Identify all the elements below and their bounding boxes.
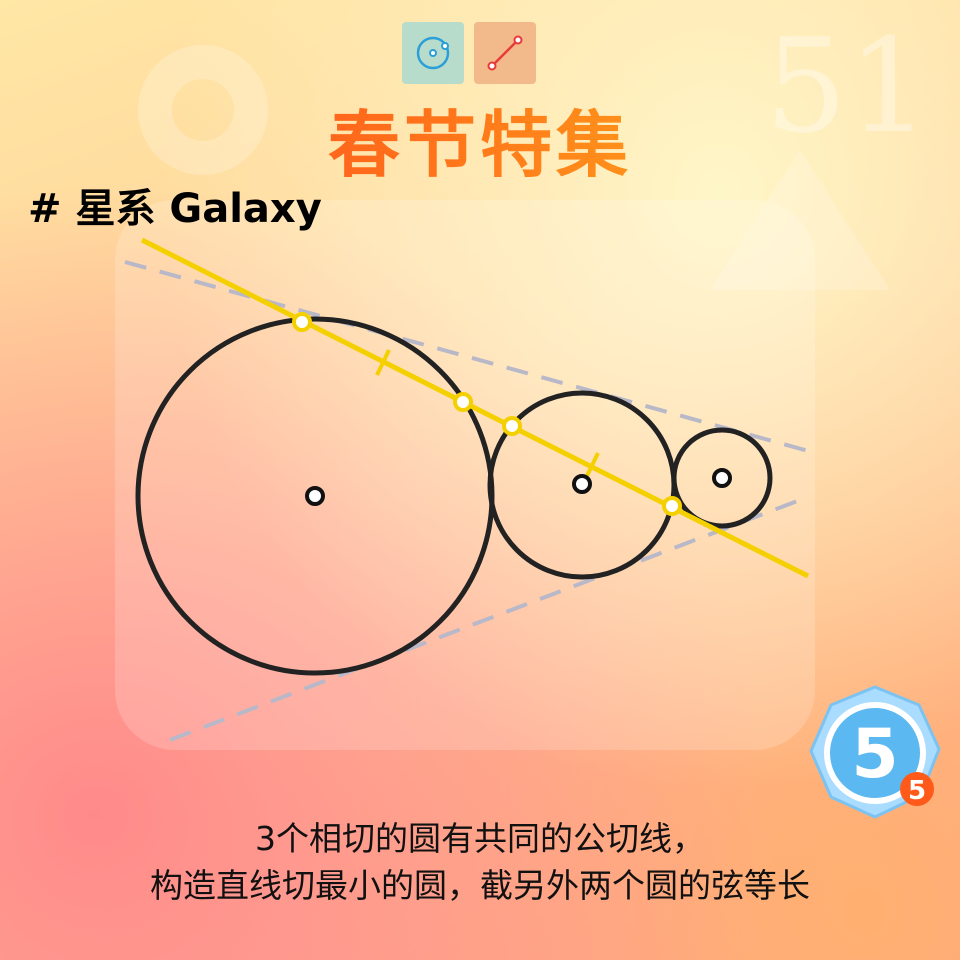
tangent-point[interactable] — [662, 496, 682, 516]
intersection-point[interactable] — [502, 416, 522, 436]
small-circle-center[interactable] — [712, 468, 732, 488]
large-circle-center[interactable] — [305, 486, 325, 506]
intersection-point[interactable] — [453, 392, 473, 412]
moves-badge: 5 5 — [805, 685, 945, 829]
description-line-2: 构造直线切最小的圆，截另外两个圆的弦等长 — [150, 866, 810, 905]
puzzle-description: 3个相切的圆有共同的公切线， 构造直线切最小的圆，截另外两个圆的弦等长 — [0, 815, 960, 909]
moves-count: 5 — [851, 715, 898, 794]
constructed-line[interactable] — [140, 237, 810, 579]
badge-counter: 5 — [908, 776, 926, 806]
intersection-point[interactable] — [292, 312, 312, 332]
medium-circle-center[interactable] — [572, 474, 592, 494]
description-line-1: 3个相切的圆有共同的公切线， — [255, 819, 705, 858]
upper-common-tangent — [124, 260, 813, 454]
